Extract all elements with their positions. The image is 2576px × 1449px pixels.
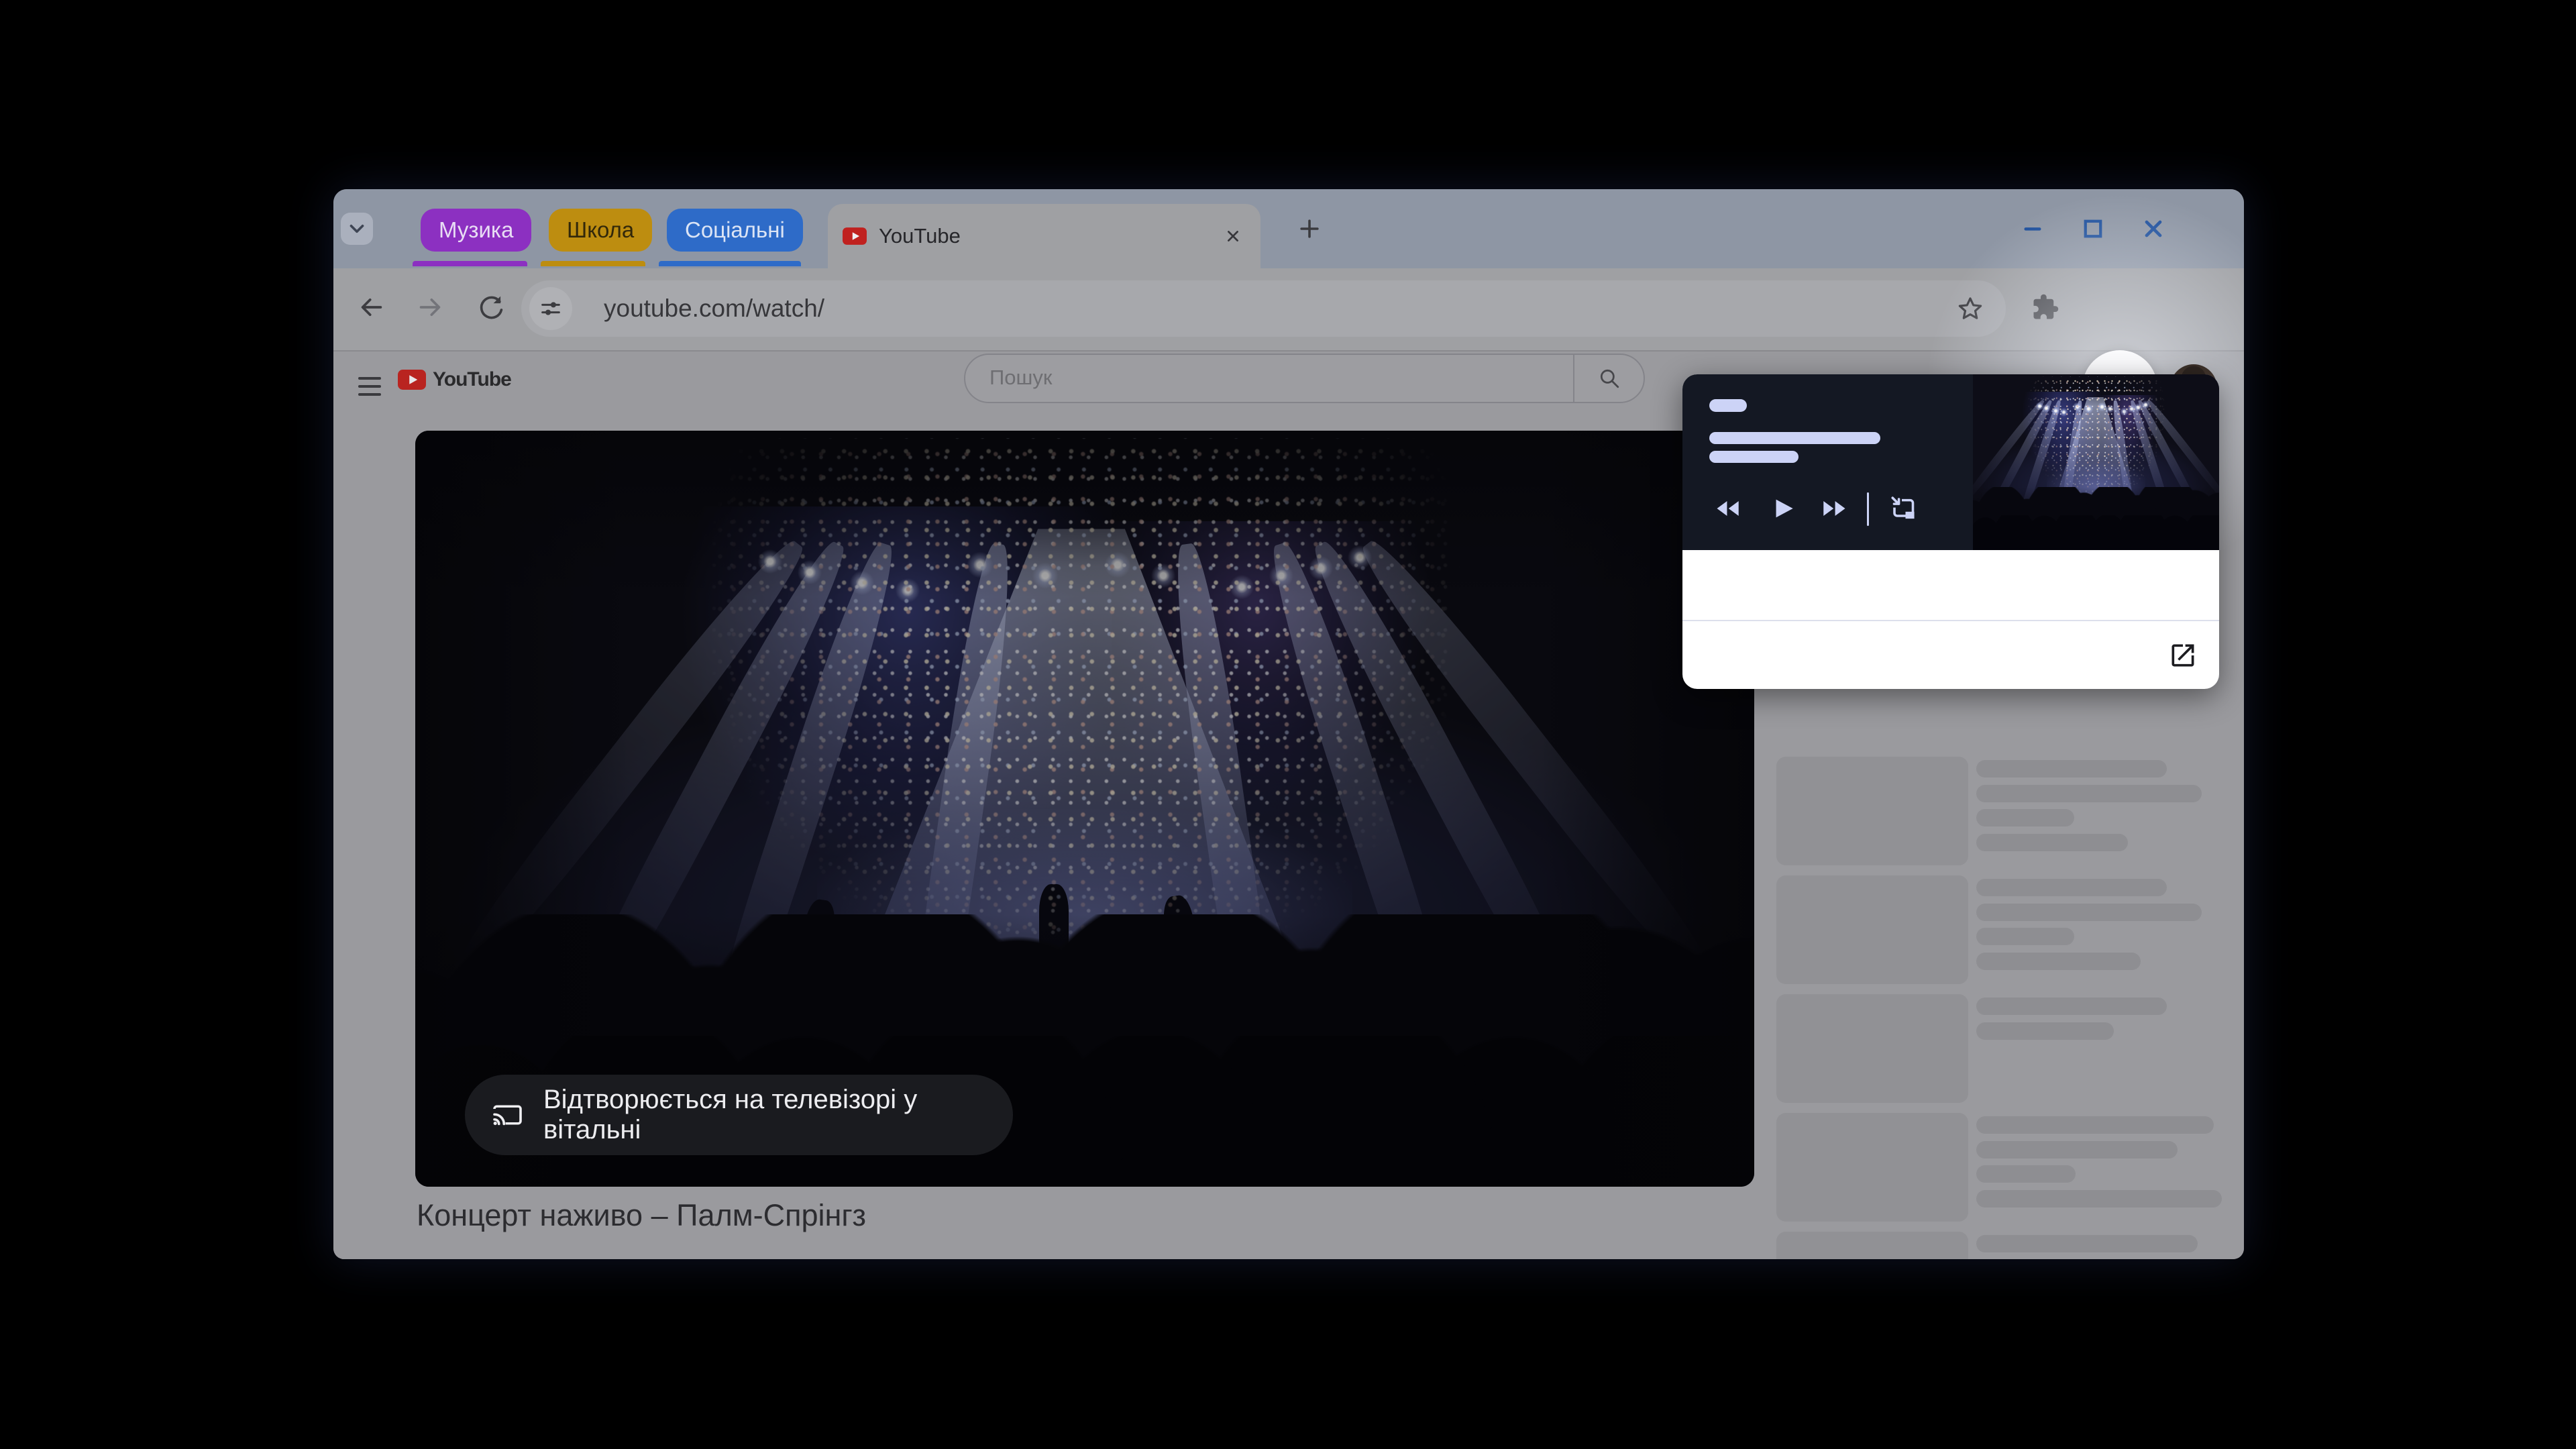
- concert-thumbnail-image: [1973, 374, 2219, 550]
- rewind-icon: [1713, 494, 1743, 523]
- tab-group-underline-school: [541, 261, 645, 266]
- tab-group-music[interactable]: Музика: [421, 209, 531, 252]
- window-maximize-button[interactable]: [2078, 213, 2108, 244]
- next-track-button[interactable]: [1819, 494, 1849, 523]
- tab-close-icon[interactable]: [1223, 226, 1243, 246]
- youtube-favicon-icon: [843, 227, 867, 245]
- open-in-new-icon[interactable]: [2168, 641, 2198, 670]
- concert-video-frame: [415, 431, 1754, 1187]
- suggestion-text-skeleton: [1976, 1190, 2222, 1208]
- extensions-button[interactable]: [2031, 293, 2059, 321]
- search-bar: [964, 354, 1645, 403]
- suggestion-text-skeleton: [1976, 953, 2141, 970]
- suggestion-skeleton-item: [1776, 994, 2220, 1103]
- cast-banner-text: Відтворюється на телевізорі у вітальні: [543, 1085, 1013, 1145]
- previous-track-button[interactable]: [1713, 494, 1743, 523]
- play-button[interactable]: [1768, 494, 1797, 523]
- window-minimize-button[interactable]: [2017, 213, 2048, 244]
- search-input[interactable]: [988, 356, 1554, 399]
- tune-icon: [539, 297, 563, 321]
- suggestion-text-skeleton: [1976, 1116, 2214, 1134]
- media-title-skeleton: [1709, 432, 1880, 444]
- suggestion-text-skeleton: [1976, 904, 2202, 921]
- suggestion-text-skeleton: [1976, 1165, 2076, 1183]
- search-button[interactable]: [1574, 355, 1644, 402]
- suggestion-text-skeleton: [1976, 1235, 2198, 1252]
- browser-window: Музика Школа Соціальні YouTube: [333, 189, 2244, 1259]
- search-icon: [1598, 367, 1621, 390]
- site-settings-button[interactable]: [529, 287, 572, 330]
- youtube-wordmark: YouTube: [433, 368, 511, 391]
- tab-search-button[interactable]: [341, 213, 373, 245]
- suggestion-thumbnail-skeleton: [1776, 1113, 1968, 1222]
- caption-settings-row[interactable]: Налаштування субтитрів: [1682, 621, 2219, 689]
- suggestion-text-skeleton: [1976, 928, 2074, 945]
- suggestion-thumbnail-skeleton: [1776, 1232, 1968, 1259]
- window-close-button[interactable]: [2138, 213, 2169, 244]
- media-thumbnail: [1973, 374, 2219, 550]
- back-button[interactable]: [357, 293, 385, 321]
- suggestion-text-skeleton: [1976, 834, 2128, 851]
- cast-icon: [490, 1100, 525, 1130]
- tab-group-underline-music: [413, 261, 527, 266]
- forward-arrow-icon: [417, 293, 445, 321]
- live-captions-row[interactable]: Живі субтитри: [1682, 550, 2219, 620]
- suggestion-text-skeleton: [1976, 1022, 2114, 1040]
- cast-banner[interactable]: Відтворюється на телевізорі у вітальні: [465, 1075, 1013, 1155]
- suggestion-skeleton-item: [1776, 757, 2220, 865]
- suggestion-text-skeleton: [1976, 1141, 2178, 1159]
- close-icon: [2140, 215, 2167, 242]
- reload-icon: [476, 293, 504, 321]
- video-title: Концерт наживо – Палм-Спрінгз: [417, 1198, 866, 1233]
- suggestion-text-skeleton: [1976, 760, 2167, 777]
- picture-in-picture-button[interactable]: [1887, 494, 1917, 523]
- plus-icon: [1297, 216, 1322, 241]
- tab-youtube[interactable]: YouTube: [828, 204, 1260, 268]
- media-controls-popup: Живі субтитри Налаштування субтитрів: [1682, 374, 2219, 689]
- suggestion-skeleton-item: [1776, 1232, 2220, 1259]
- youtube-logo[interactable]: YouTube: [398, 368, 511, 391]
- suggestion-thumbnail-skeleton: [1776, 994, 1968, 1103]
- minimize-icon: [2019, 215, 2046, 242]
- video-player[interactable]: Відтворюється на телевізорі у вітальні: [415, 431, 1754, 1187]
- new-tab-button[interactable]: [1291, 211, 1328, 247]
- youtube-logo-icon: [398, 370, 426, 390]
- tab-group-school[interactable]: Школа: [549, 209, 652, 252]
- media-source-skeleton: [1709, 399, 1747, 412]
- bookmark-button[interactable]: [1956, 294, 1984, 323]
- picture-in-picture-icon: [1887, 493, 1917, 524]
- chevron-down-icon: [345, 217, 368, 240]
- media-artist-skeleton: [1709, 451, 1799, 463]
- suggestion-skeleton-item: [1776, 875, 2220, 984]
- maximize-icon: [2080, 215, 2106, 242]
- controls-divider: [1867, 492, 1869, 526]
- tab-group-underline-social: [659, 261, 801, 266]
- suggestion-thumbnail-skeleton: [1776, 757, 1968, 865]
- suggestion-thumbnail-skeleton: [1776, 875, 1968, 984]
- popup-media-session: [1682, 374, 2219, 550]
- back-arrow-icon: [357, 293, 385, 321]
- suggestion-text-skeleton: [1976, 998, 2167, 1015]
- url-text: youtube.com/watch/: [604, 280, 824, 337]
- play-icon: [1768, 494, 1797, 523]
- tab-title: YouTube: [879, 224, 1223, 248]
- fast-forward-icon: [1819, 494, 1849, 523]
- suggestion-skeleton-item: [1776, 1113, 2220, 1222]
- star-icon: [1956, 294, 1984, 323]
- address-bar[interactable]: youtube.com/watch/: [521, 280, 2006, 337]
- forward-button[interactable]: [417, 293, 445, 321]
- suggestion-text-skeleton: [1976, 785, 2202, 802]
- reload-button[interactable]: [476, 293, 504, 321]
- guide-menu-button[interactable]: [358, 372, 381, 398]
- suggestion-text-skeleton: [1976, 879, 2167, 896]
- tab-strip: Музика Школа Соціальні YouTube: [333, 189, 2244, 268]
- tab-group-social[interactable]: Соціальні: [667, 209, 803, 252]
- browser-toolbar: youtube.com/watch/: [333, 268, 2244, 352]
- puzzle-icon: [2031, 293, 2059, 321]
- suggestion-text-skeleton: [1976, 809, 2074, 826]
